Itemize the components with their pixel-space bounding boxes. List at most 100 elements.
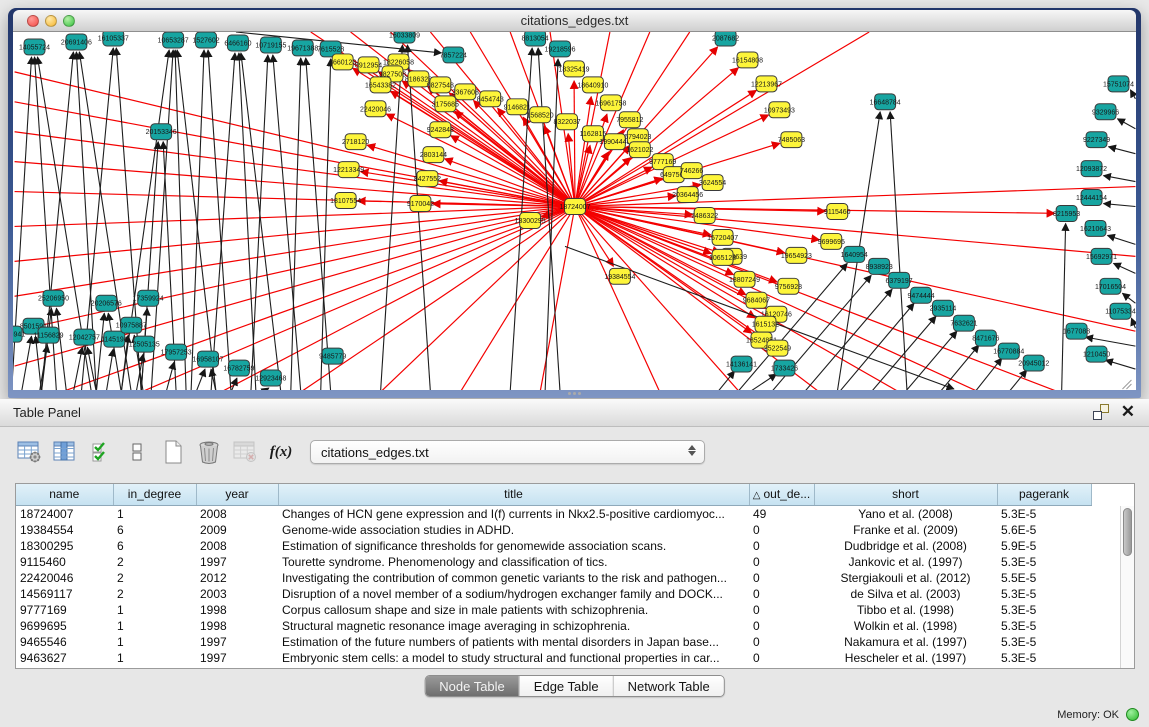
citation-edge[interactable]	[1009, 370, 1027, 390]
citation-edge[interactable]	[975, 358, 1002, 390]
close-window-button[interactable]	[27, 15, 39, 27]
citation-edge[interactable]	[306, 58, 331, 390]
network-node[interactable]: 16958107	[193, 351, 224, 367]
network-node[interactable]: 746266	[680, 163, 703, 179]
citation-edge[interactable]	[718, 371, 735, 390]
network-node[interactable]: 15751074	[1103, 76, 1134, 92]
citation-edge[interactable]	[73, 347, 82, 390]
network-node[interactable]: 15720407	[707, 229, 738, 245]
network-node[interactable]: 9756928	[775, 278, 802, 294]
table-row[interactable]: 911546021997Tourette syndrome. Phenomeno…	[16, 554, 1091, 570]
network-node[interactable]: 12444154	[1076, 190, 1107, 206]
network-node[interactable]: 20153346	[146, 124, 177, 140]
network-node[interactable]: 16210643	[1080, 220, 1111, 236]
table-row[interactable]: 1938455462009Genome-wide association stu…	[16, 522, 1091, 538]
split-pane-grip[interactable]	[566, 392, 582, 397]
network-node[interactable]: 8471676	[972, 330, 999, 346]
citation-edge[interactable]	[1117, 119, 1135, 129]
table-mode-button[interactable]	[14, 437, 44, 467]
network-node[interactable]: 18640910	[577, 77, 608, 93]
citation-edge[interactable]	[321, 59, 331, 390]
network-node[interactable]: 12093872	[1076, 161, 1107, 177]
close-panel-icon[interactable]: ✕	[1121, 404, 1135, 420]
network-node[interactable]: 14055724	[19, 39, 50, 55]
network-node[interactable]: 2522549	[764, 340, 791, 356]
function-builder-button[interactable]: f(x)	[266, 437, 296, 467]
network-node[interactable]: 10653287	[158, 32, 189, 48]
network-node[interactable]: 9242848	[427, 122, 454, 138]
citation-edge[interactable]	[1062, 223, 1066, 390]
citation-edge-selected[interactable]	[15, 132, 575, 207]
network-node[interactable]: 18107554	[330, 193, 361, 209]
citation-edge[interactable]	[291, 58, 301, 390]
network-node[interactable]: 20945012	[1018, 355, 1049, 371]
network-node[interactable]: 16648784	[870, 94, 901, 110]
citation-edge[interactable]	[750, 374, 777, 390]
network-node[interactable]: 20691406	[61, 34, 92, 50]
citation-edge[interactable]	[890, 112, 907, 390]
network-node[interactable]: 9170042	[407, 196, 434, 212]
column-header-out_de[interactable]: △out_de...	[749, 484, 814, 505]
citation-edge[interactable]	[1130, 90, 1135, 99]
network-node[interactable]: 14136141	[726, 356, 757, 372]
citation-edge[interactable]	[1122, 293, 1135, 303]
citation-edge[interactable]	[1109, 147, 1136, 154]
network-node[interactable]: 1065128	[709, 249, 736, 265]
citation-edge-selected[interactable]	[574, 81, 575, 207]
citation-edge[interactable]	[1106, 360, 1136, 369]
column-header-pagerank[interactable]: pagerank	[997, 484, 1091, 505]
network-node[interactable]: 16770884	[993, 343, 1024, 359]
network-node[interactable]: 11075334	[1105, 303, 1136, 319]
citation-edge[interactable]	[36, 336, 42, 390]
tab-network-table[interactable]: Network Table	[613, 676, 724, 696]
column-visibility-button[interactable]	[50, 437, 80, 467]
column-header-name[interactable]: name	[16, 484, 113, 505]
column-header-year[interactable]: year	[196, 484, 278, 505]
zoom-window-button[interactable]	[63, 15, 75, 27]
network-node[interactable]: 16782759	[223, 360, 254, 376]
citation-edge[interactable]	[1108, 235, 1136, 244]
network-node[interactable]: 1145194	[101, 331, 128, 347]
citation-edge[interactable]	[1104, 204, 1136, 207]
column-header-in_degree[interactable]: in_degree	[113, 484, 196, 505]
network-canvas[interactable]: 1872400714055724206914061610533710653287…	[13, 32, 1136, 390]
network-node[interactable]: 7485063	[778, 132, 805, 148]
citation-edge[interactable]	[251, 55, 268, 390]
network-node[interactable]: 1621022	[626, 142, 653, 158]
table-row[interactable]: 977716911998Corpus callosum shape and si…	[16, 602, 1091, 618]
network-node[interactable]: 9684067	[743, 292, 770, 308]
network-node[interactable]: 6379197	[886, 272, 913, 288]
table-row[interactable]: 1830029562008Estimation of significance …	[16, 538, 1091, 554]
canvas-resize-grip[interactable]	[1122, 380, 1131, 389]
network-node[interactable]: 8322037	[553, 114, 580, 130]
network-node[interactable]: 17016504	[1095, 278, 1126, 294]
citation-edge-selected[interactable]	[221, 207, 575, 390]
network-node[interactable]: 1527602	[192, 32, 219, 48]
tab-node-table[interactable]: Node Table	[425, 676, 519, 696]
network-node[interactable]: 25206950	[38, 290, 69, 306]
citation-edge[interactable]	[407, 45, 430, 390]
network-node[interactable]: 3175685	[432, 96, 459, 112]
network-node[interactable]: 2803144	[420, 147, 447, 163]
tab-edge-table[interactable]: Edge Table	[519, 676, 613, 696]
network-node[interactable]: 8813054	[522, 32, 549, 46]
network-node[interactable]: 7857224	[440, 47, 467, 63]
network-node[interactable]: 8215953	[1053, 206, 1080, 222]
network-node[interactable]: 8427552	[414, 171, 441, 187]
citation-edge[interactable]	[1131, 318, 1135, 328]
network-node[interactable]: 12923468	[255, 370, 286, 386]
float-panel-icon[interactable]	[1093, 404, 1109, 420]
network-node[interactable]: 16105337	[98, 32, 129, 46]
network-node[interactable]: 1640954	[841, 246, 868, 262]
citation-edge[interactable]	[839, 303, 914, 390]
citation-edge[interactable]	[166, 362, 174, 390]
citation-edge[interactable]	[1104, 176, 1136, 182]
selection-mode-button[interactable]	[86, 437, 116, 467]
table-row[interactable]: 2242004622012Investigating the contribut…	[16, 570, 1091, 586]
network-node[interactable]: 19671388	[287, 40, 318, 56]
network-node[interactable]: 9485779	[319, 348, 346, 364]
citation-edge-selected[interactable]	[15, 162, 575, 207]
minimize-window-button[interactable]	[45, 15, 57, 27]
network-node[interactable]: 1568520	[527, 107, 554, 123]
citation-edge[interactable]	[263, 388, 269, 390]
